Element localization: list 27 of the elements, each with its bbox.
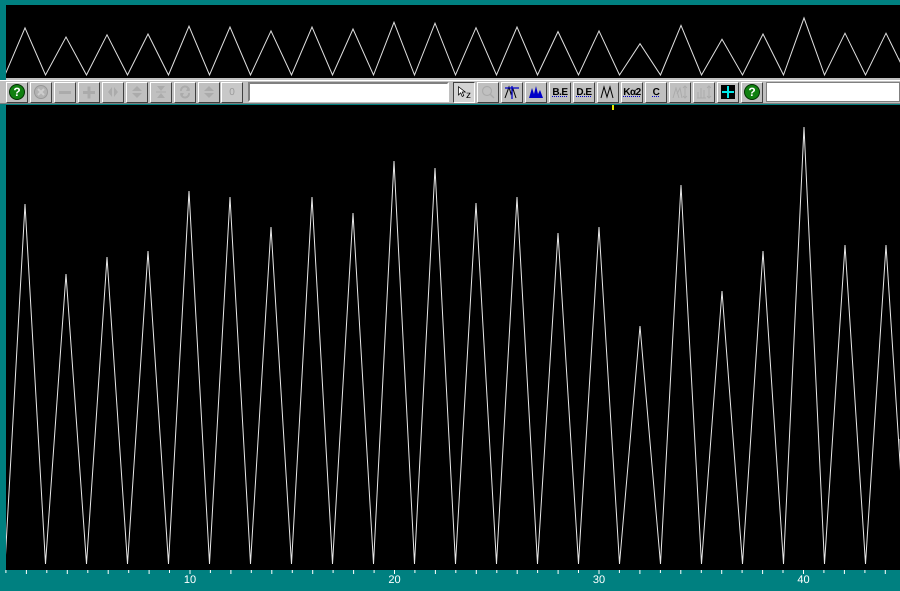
cursor-marker	[612, 105, 614, 110]
axis-label: 10	[184, 574, 196, 586]
toolbar-button[interactable]: D.E	[573, 82, 595, 102]
text-field[interactable]	[248, 82, 449, 102]
toolbar-button[interactable]: C	[645, 82, 667, 102]
plus-icon	[81, 84, 97, 100]
peaks-icon	[600, 84, 616, 100]
filled-peaks-button[interactable]	[525, 82, 547, 102]
peak-scale-icon	[672, 84, 688, 100]
filled-peaks-icon	[528, 84, 544, 100]
axis-label: 30	[592, 574, 606, 586]
shrink-vertical-icon	[153, 84, 169, 100]
zoom-icon	[480, 84, 496, 100]
toolbar-button[interactable]: Kα2	[621, 82, 643, 102]
zoom-pointer-button[interactable]: z	[453, 82, 475, 102]
grid-button[interactable]	[717, 82, 739, 102]
refresh-icon	[177, 84, 193, 100]
grid-icon	[720, 84, 736, 100]
peaks-button[interactable]	[597, 82, 619, 102]
peak-lines-icon	[504, 84, 520, 100]
bar-scale-icon	[696, 84, 712, 100]
peak-lines-button[interactable]	[501, 82, 523, 102]
stop-icon	[33, 84, 49, 100]
toolbar-button[interactable]: B.E	[549, 82, 571, 102]
axis-label: 40	[797, 574, 810, 586]
cursor-icon	[457, 84, 469, 100]
axis-label: 20	[388, 574, 401, 586]
